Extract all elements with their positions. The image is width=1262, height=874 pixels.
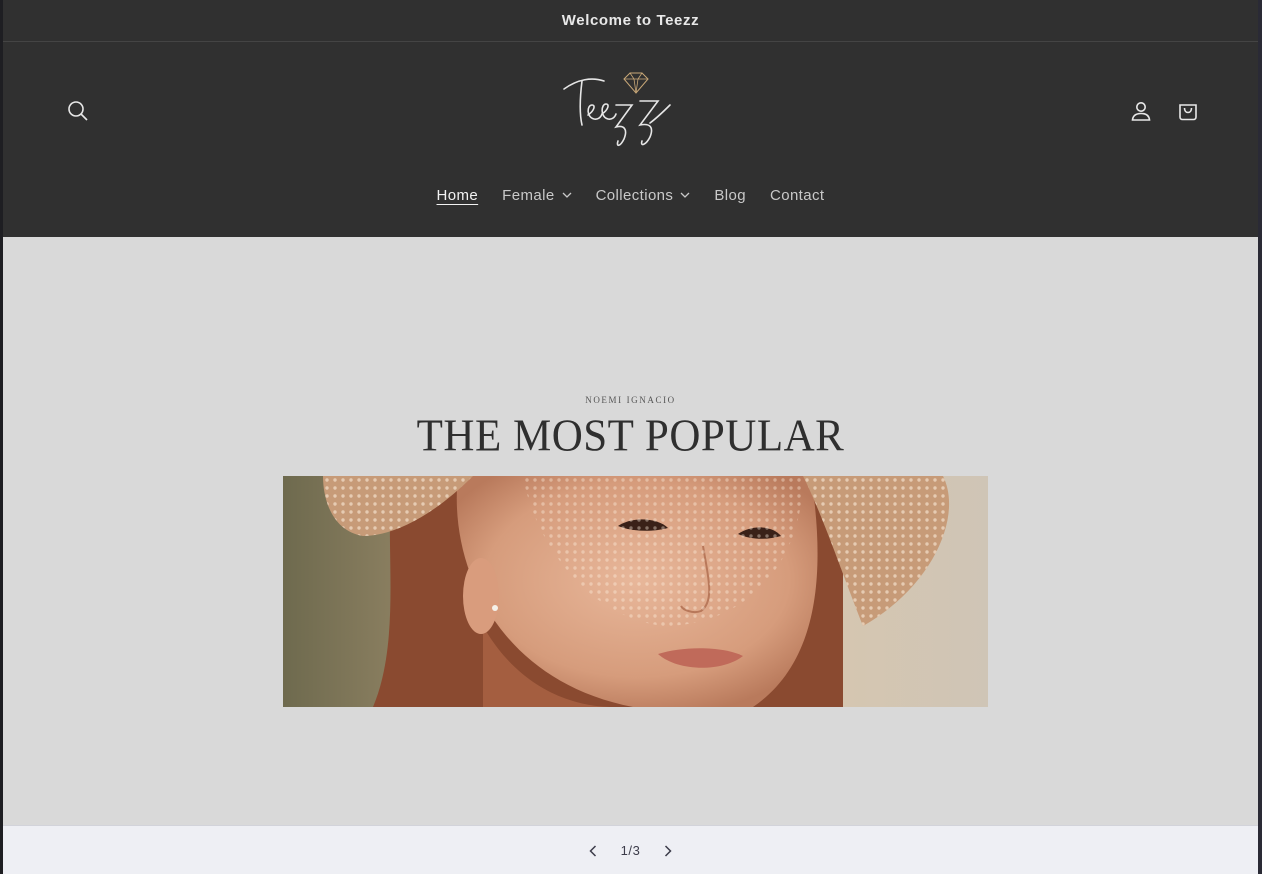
hero-image bbox=[283, 476, 988, 707]
account-icon[interactable] bbox=[1121, 91, 1161, 131]
chevron-left-icon bbox=[589, 844, 596, 857]
nav-item-label: Contact bbox=[769, 186, 825, 204]
nav-item-label: Home bbox=[436, 186, 479, 204]
announcement-text: Welcome to Teezz bbox=[561, 12, 700, 29]
main-navigation: Home Female Collections Blog Contact bbox=[3, 180, 1258, 210]
slideshow-controls: 1/3 bbox=[3, 825, 1258, 874]
chevron-down-icon bbox=[562, 192, 572, 198]
search-icon[interactable] bbox=[58, 91, 98, 131]
hero-subheading: NOEMI IGNACIO bbox=[585, 395, 676, 405]
nav-item-collections[interactable]: Collections bbox=[596, 187, 691, 204]
nav-item-female[interactable]: Female bbox=[502, 186, 572, 204]
cart-icon[interactable] bbox=[1168, 91, 1208, 131]
nav-item-label: Female bbox=[502, 186, 555, 204]
nav-item-home[interactable]: Home bbox=[437, 187, 479, 204]
previous-slide-button[interactable] bbox=[589, 844, 597, 857]
nav-item-blog[interactable]: Blog bbox=[714, 187, 746, 204]
hero-heading: THE MOST POPULAR bbox=[416, 411, 845, 462]
window-edge bbox=[1258, 0, 1262, 874]
storefront-page: Welcome to Teezz Home Female Collections… bbox=[3, 0, 1258, 874]
site-logo[interactable] bbox=[558, 67, 688, 157]
chevron-down-icon bbox=[680, 192, 690, 198]
next-slide-button[interactable] bbox=[664, 844, 672, 857]
nav-item-label: Blog bbox=[714, 186, 746, 204]
site-header: Home Female Collections Blog Contact bbox=[3, 42, 1258, 237]
nav-item-label: Collections bbox=[595, 186, 674, 204]
nav-item-contact[interactable]: Contact bbox=[770, 187, 825, 204]
slide-counter: 1/3 bbox=[620, 843, 641, 858]
chevron-right-icon bbox=[665, 844, 672, 857]
announcement-bar: Welcome to Teezz bbox=[3, 0, 1258, 42]
